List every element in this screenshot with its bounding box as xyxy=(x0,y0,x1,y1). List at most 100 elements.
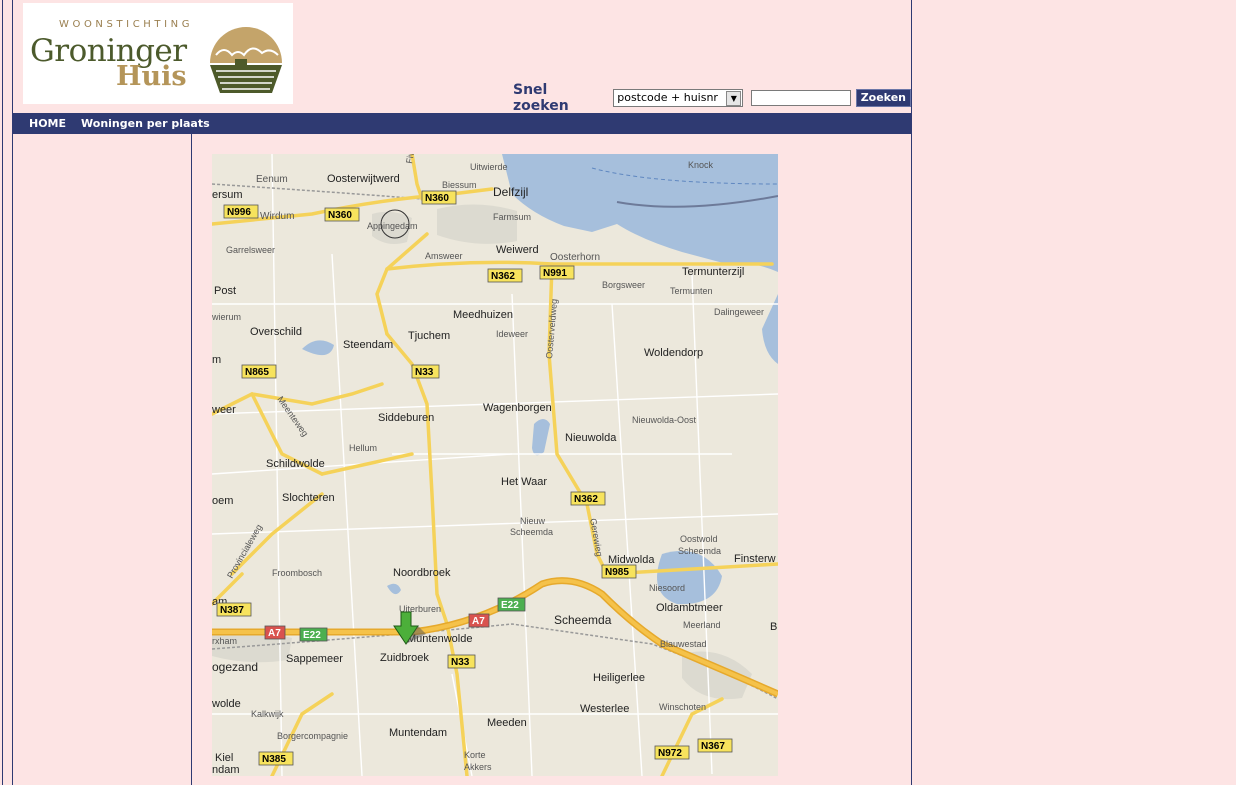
road-shield-label: N362 xyxy=(491,271,515,282)
sea-water xyxy=(502,154,778,272)
road-shield: E22 xyxy=(497,597,526,612)
map-place-label: Dalingeweer xyxy=(714,307,764,317)
road-shield-label: N367 xyxy=(701,741,725,752)
road-shield-label: N360 xyxy=(328,210,352,221)
road-shield: N972 xyxy=(654,745,690,760)
map-place-label: Overschild xyxy=(250,326,302,338)
search-button[interactable]: Zoeken xyxy=(855,89,911,107)
map-place-label: Ideweer xyxy=(496,329,528,339)
road-shield-label: N972 xyxy=(658,748,682,759)
map-place-label: Siddeburen xyxy=(378,412,434,424)
nav-item-woningen-per-plaats[interactable]: Woningen per plaats xyxy=(81,117,210,130)
map-place-label: Steendam xyxy=(343,339,393,351)
map-place-label: Weiwerd xyxy=(496,244,539,256)
map-place-label: Kalkwijk xyxy=(251,709,284,719)
lake-steendam xyxy=(302,340,334,356)
map-place-label: weer xyxy=(212,404,236,416)
map-place-label: Sappemeer xyxy=(286,653,343,665)
map-place-label: Winschoten xyxy=(659,702,706,712)
map-place-label: Nieuwolda-Oost xyxy=(632,415,697,425)
logo[interactable]: WOONSTICHTING Groninger Huis xyxy=(23,3,293,104)
map-place-label: Oosterwijtwerd xyxy=(327,173,400,185)
main-nav: HOME Woningen per plaats xyxy=(13,113,911,134)
map-place-label: Farmsum xyxy=(493,212,531,222)
road-shield-label: N360 xyxy=(425,193,449,204)
logo-line2: Huis xyxy=(116,61,187,92)
map-place-label: Midwolda xyxy=(608,554,655,566)
nav-item-home[interactable]: HOME xyxy=(29,117,66,130)
map-place-label: Scheemda xyxy=(510,527,553,537)
map-place-label: Borgsweer xyxy=(602,280,645,290)
map-place-label: Oostwold xyxy=(680,534,718,544)
map-place-label: rxham xyxy=(212,636,237,646)
road-shield: N865 xyxy=(241,364,277,379)
road-shield-label: A7 xyxy=(472,616,485,627)
map-place-label: Garrelsweer xyxy=(226,245,275,255)
map-place-label: Meedhuizen xyxy=(453,309,513,321)
road-name-label: Provincialeweg xyxy=(225,523,264,580)
map-place-label: Biessum xyxy=(442,180,477,190)
lake-small xyxy=(387,583,401,595)
road-shield-label: N985 xyxy=(605,567,629,578)
map-place-label: Bl xyxy=(770,621,778,633)
lake-wagenborgen xyxy=(532,419,550,456)
map-place-label: Delfzijl xyxy=(493,185,528,199)
map-place-label: Scheemda xyxy=(554,613,612,627)
map-place-label: Post xyxy=(214,285,236,297)
road-shield-label: N385 xyxy=(262,754,286,765)
map-place-label: Scheemda xyxy=(678,546,721,556)
search-input[interactable] xyxy=(751,90,851,106)
railway-north xyxy=(211,183,423,200)
map-place-label: Kibbelgaarn xyxy=(537,775,585,776)
road-name-label: Oosterveldweg xyxy=(544,298,559,359)
map-place-label: Wirdum xyxy=(260,211,294,222)
road-shield-label: N33 xyxy=(415,367,434,378)
search-type-select-value: postcode + huisnr xyxy=(617,91,718,104)
map-place-label: ogezand xyxy=(212,660,258,674)
road-shield: N362 xyxy=(570,491,606,506)
map-place-label: Heiligerlee xyxy=(593,672,645,684)
map-place-label: Meerland xyxy=(683,620,721,630)
map-place-label: Knock xyxy=(688,160,714,170)
map-place-label: Niesoord xyxy=(649,583,685,593)
map-place-label: ndam xyxy=(212,764,240,776)
road-shield: N996 xyxy=(223,204,259,219)
map-place-label: Hellum xyxy=(349,443,377,453)
map-place-label: Uitwierde xyxy=(470,162,508,172)
map-place-label: Blauwestad xyxy=(660,639,707,649)
map-place-label: Oosterhorn xyxy=(550,252,600,263)
road-name-label: Fivelw xyxy=(404,154,418,164)
map-place-label: wierum xyxy=(212,312,241,322)
map-place-label: Westerlee xyxy=(580,703,629,715)
map-place-label: Het Waar xyxy=(501,476,547,488)
map-place-label: Kiel xyxy=(215,752,233,764)
road-shield: N367 xyxy=(697,738,733,753)
map-place-label: Zuidbroek xyxy=(380,652,429,664)
outer-border-line xyxy=(2,0,3,785)
map-place-label: Wagenborgen xyxy=(483,402,552,414)
chevron-down-icon[interactable]: ▼ xyxy=(726,91,742,106)
map-place-label: Tjuchem xyxy=(408,330,450,342)
map-place-label: m xyxy=(212,354,221,366)
map-place-label: ersum xyxy=(212,189,243,201)
map-place-label: Finsterw xyxy=(734,553,776,565)
map-place-label: Noordbroek xyxy=(393,567,451,579)
road-shield-label: N865 xyxy=(245,367,269,378)
road-shield: N385 xyxy=(258,751,294,766)
map-place-label: Woldendorp xyxy=(644,347,703,359)
search-type-select[interactable]: postcode + huisnr ▼ xyxy=(613,89,744,107)
road-shield: A7 xyxy=(264,625,286,640)
map-place-label: Korte xyxy=(464,750,486,760)
map-place-label: Meeden xyxy=(487,717,527,729)
map-place-label: Muntendam xyxy=(389,727,447,739)
map-place-label: Schildwolde xyxy=(266,458,325,470)
road-shield: A7 xyxy=(468,613,490,628)
map-place-label: wolde xyxy=(212,698,241,710)
road-shield: N360 xyxy=(421,190,457,205)
map-place-label: Akkers xyxy=(464,762,492,772)
map-image[interactable]: Uitwierde Knock Eenum Oosterwijtwerd Biessum… xyxy=(210,137,780,785)
road-shield: N33 xyxy=(447,654,476,669)
map-place-label: oem xyxy=(212,495,233,507)
sidebar-divider xyxy=(191,134,192,785)
map-place-label: Slochteren xyxy=(282,492,335,504)
